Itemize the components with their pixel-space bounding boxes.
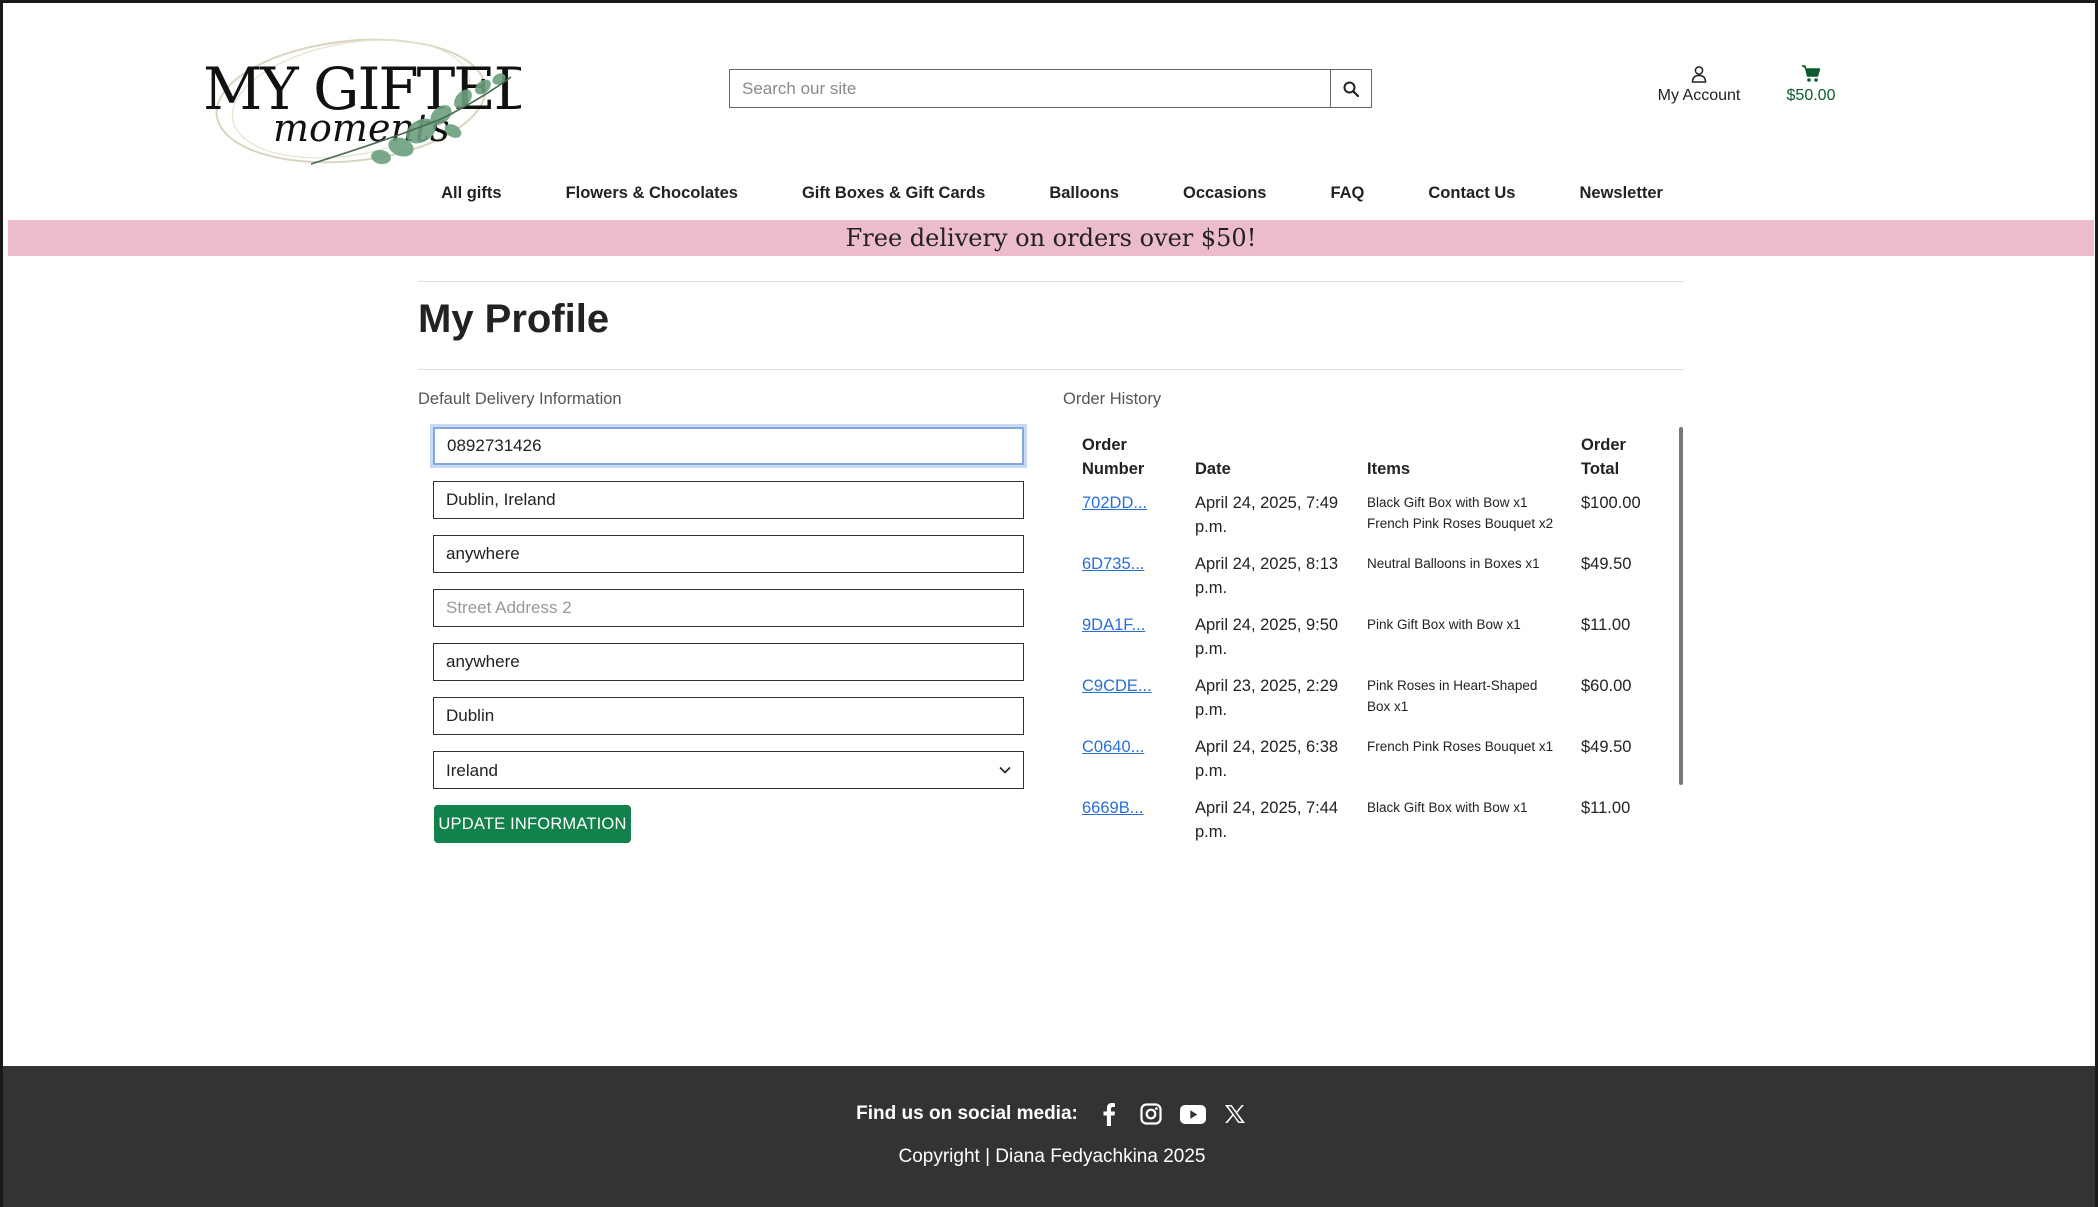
order-number-link[interactable]: 6D735... [1082,555,1144,573]
nav-flowers-chocolates[interactable]: Flowers & Chocolates [534,180,770,206]
nav-all-gifts[interactable]: All gifts [409,180,534,206]
social-row: Find us on social media: [3,1101,2095,1127]
order-number-link[interactable]: 6669B... [1082,799,1143,817]
search-icon [1343,81,1359,97]
x-icon[interactable] [1222,1101,1248,1127]
order-history-label: Order History [1063,390,1162,408]
nav-occasions[interactable]: Occasions [1151,180,1298,206]
order-items: Black Gift Box with Bow x1 [1367,800,1528,815]
order-items: Neutral Balloons in Boxes x1 [1367,556,1540,571]
table-row: C0640... April 24, 2025, 6:38 p.m. French… [1082,729,1648,790]
table-row: C9CDE... April 23, 2025, 2:29 p.m. Pink R… [1082,668,1648,729]
nav-contact-us[interactable]: Contact Us [1396,180,1547,206]
table-row: 6D735... April 24, 2025, 8:13 p.m. Neutra… [1082,546,1648,607]
main-nav: All gifts Flowers & Chocolates Gift Boxe… [3,180,2095,206]
street-address-2-field[interactable] [433,589,1024,627]
header-order-number: Order Number [1082,436,1145,478]
site-logo[interactable]: MY GIFTED moments [201,19,540,169]
search-button[interactable] [1330,70,1371,107]
cart-link[interactable]: $50.00 [1773,65,1849,105]
header-order-total: Order Total [1581,436,1626,478]
postcode-field[interactable] [433,697,1024,735]
page-frame: MY GIFTED moments Search our site My Acc… [0,0,2098,1207]
order-total: $60.00 [1581,677,1632,695]
table-header-row: Order Number Date Items Order Total [1082,433,1648,485]
chevron-down-icon [999,766,1011,774]
facebook-icon[interactable] [1096,1101,1122,1127]
header-date: Date [1195,460,1231,478]
table-row: 702DD... April 24, 2025, 7:49 p.m. Black … [1082,485,1648,546]
order-date: April 24, 2025, 9:50 p.m. [1195,616,1339,658]
order-number-link[interactable]: C0640... [1082,738,1144,756]
update-information-button[interactable]: UPDATE INFORMATION [434,805,631,843]
order-date: April 24, 2025, 7:49 p.m. [1195,494,1339,536]
order-history-table: Order Number Date Items Order Total 702DD.… [1082,433,1648,851]
order-history-scrollbar[interactable] [1679,427,1683,785]
order-date: April 24, 2025, 8:13 p.m. [1195,555,1339,597]
user-icon [1643,65,1755,85]
table-row: 6669B... April 24, 2025, 7:44 p.m. Black … [1082,790,1648,851]
youtube-icon[interactable] [1179,1101,1206,1127]
my-account-link[interactable]: My Account [1643,65,1755,105]
order-number-link[interactable]: C9CDE... [1082,677,1152,695]
logo-graphic: MY GIFTED moments [203,38,540,165]
order-total: $49.50 [1581,555,1632,573]
cart-total: $50.00 [1786,87,1836,104]
cart-icon [1773,65,1849,85]
order-items: Pink Roses in Heart-Shaped Box x1 [1367,678,1538,714]
order-items: Pink Gift Box with Bow x1 [1367,617,1521,632]
order-total: $11.00 [1581,616,1631,634]
instagram-icon[interactable] [1138,1101,1164,1127]
page-title: My Profile [418,297,610,341]
divider-title [418,369,1684,370]
order-items: French Pink Roses Bouquet x1 [1367,739,1554,754]
site-footer: Find us on social media: Copyright | Dia… [3,1066,2095,1207]
country-select-value: Ireland [446,760,498,780]
order-date: April 24, 2025, 7:44 p.m. [1195,799,1339,841]
nav-faq[interactable]: FAQ [1298,180,1396,206]
order-number-link[interactable]: 9DA1F... [1082,616,1145,634]
copyright-text: Copyright | Diana Fedyachkina 2025 [898,1146,1206,1167]
free-delivery-banner: Free delivery on orders over $50! [8,220,2094,256]
header-items: Items [1367,460,1411,478]
table-row: 9DA1F... April 24, 2025, 9:50 p.m. Pink G… [1082,607,1648,668]
divider-top [418,281,1684,282]
phone-field[interactable] [433,427,1024,465]
delivery-info-label: Default Delivery Information [418,390,622,408]
order-total: $100.00 [1581,494,1641,512]
order-items: Black Gift Box with Bow x1 French Pink Ro… [1367,495,1554,531]
nav-newsletter[interactable]: Newsletter [1547,180,1694,206]
order-date: April 23, 2025, 2:29 p.m. [1195,677,1339,719]
my-account-label: My Account [1657,87,1741,104]
order-total: $49.50 [1581,738,1632,756]
nav-gift-boxes[interactable]: Gift Boxes & Gift Cards [770,180,1017,206]
search-input[interactable] [730,70,1330,107]
order-total: $11.00 [1581,799,1631,817]
country-select[interactable]: Ireland [433,751,1024,789]
search-bar [729,69,1372,108]
town-field[interactable] [433,481,1024,519]
order-date: April 24, 2025, 6:38 p.m. [1195,738,1339,780]
social-label: Find us on social media: [856,1103,1078,1124]
nav-balloons[interactable]: Balloons [1017,180,1151,206]
street-address-1-field[interactable] [433,535,1024,573]
order-number-link[interactable]: 702DD... [1082,494,1147,512]
county-field[interactable] [433,643,1024,681]
